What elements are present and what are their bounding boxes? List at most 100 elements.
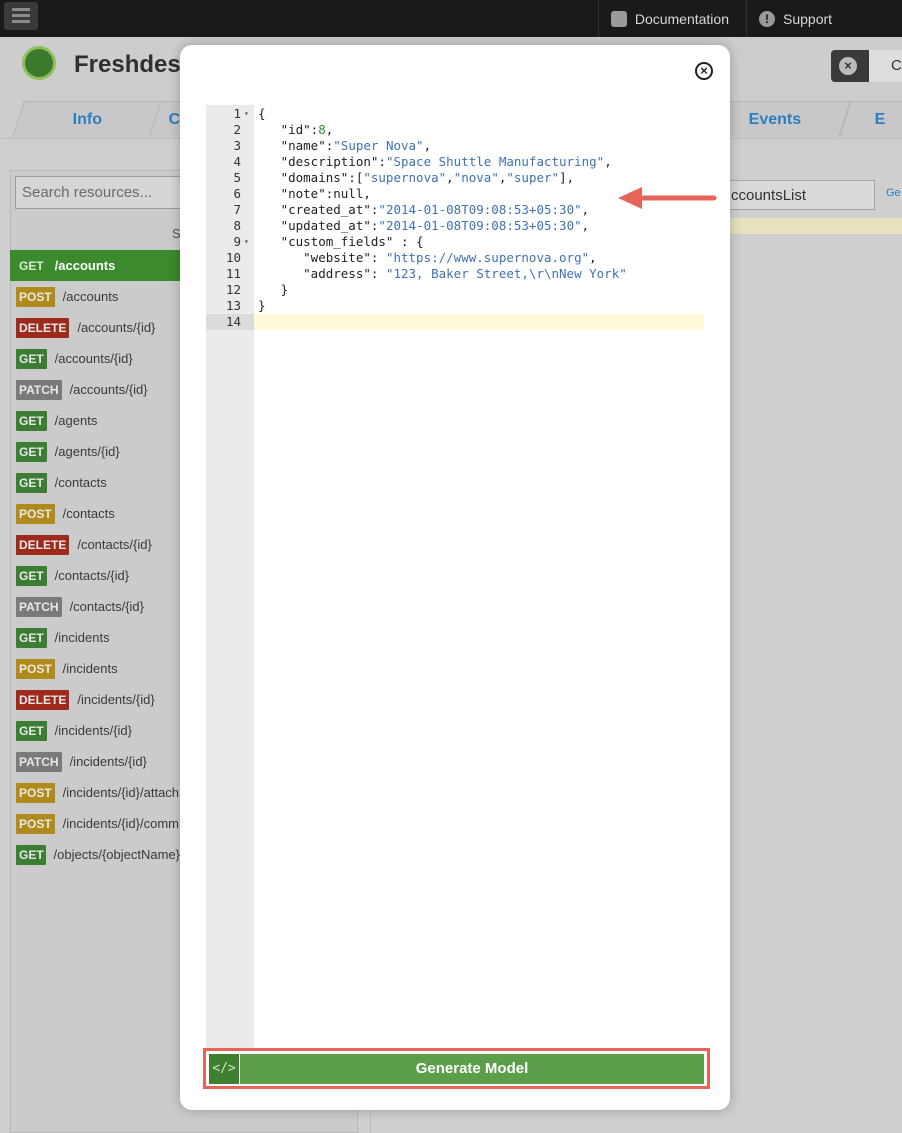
code-token: "id":	[258, 122, 319, 137]
resource-path: /contacts	[54, 475, 107, 490]
top-bar: Documentation ! Support	[0, 0, 902, 37]
code-token: "domains":[	[258, 170, 364, 185]
support-label: Support	[783, 10, 833, 27]
resource-item[interactable]: GET/accounts	[10, 250, 180, 281]
code-token: ,	[604, 154, 612, 169]
code-token: ],	[559, 170, 575, 185]
resource-item[interactable]: DELETE/incidents/{id}	[10, 684, 180, 715]
line-number: 5	[233, 170, 241, 185]
code-icon[interactable]: </>	[209, 1054, 239, 1084]
tab-info[interactable]: Info	[12, 101, 164, 137]
annotation-arrow	[618, 187, 717, 209]
code-text: }	[258, 298, 266, 314]
fold-toggle-icon[interactable]: ▾	[244, 234, 249, 250]
http-verb-badge: GET	[16, 844, 46, 865]
http-verb-badge: DELETE	[16, 534, 70, 555]
support-link[interactable]: ! Support	[746, 0, 848, 37]
resource-item[interactable]: PATCH/accounts/{id}	[10, 374, 180, 405]
resource-list: GET/accounts POST/accounts DELETE/accounts…	[10, 250, 180, 870]
tab-e[interactable]: E	[839, 101, 902, 137]
resource-item[interactable]: GET/objects/{objectName}	[10, 839, 180, 870]
resource-path: /contacts/{id}	[54, 568, 130, 583]
line-number: 13	[225, 298, 241, 313]
code-token: "123, Baker Street,\r\nNew York"	[385, 266, 627, 281]
modal-close-icon[interactable]: ×	[695, 62, 713, 80]
documentation-link[interactable]: Documentation	[598, 0, 741, 37]
code-line: 1 ▾{	[206, 106, 704, 122]
code-line: 8 "updated_at":"2014-01-08T09:08:53+05:3…	[206, 218, 704, 234]
resource-item[interactable]: PATCH/contacts/{id}	[10, 591, 180, 622]
code-line: 11 "address": "123, Baker Street,\r\nNew…	[206, 266, 704, 282]
code-line: 5 "domains":["supernova","nova","super"]…	[206, 170, 704, 186]
code-token: "supernova"	[363, 170, 447, 185]
resource-item[interactable]: DELETE/contacts/{id}	[10, 529, 180, 560]
operation-name-input[interactable]: ccountsList	[720, 180, 875, 210]
http-verb-badge: GET	[16, 720, 47, 741]
line-number: 11	[225, 266, 241, 281]
resource-item[interactable]: DELETE/accounts/{id}	[10, 312, 180, 343]
menu-icon[interactable]	[4, 2, 38, 30]
resource-item[interactable]: POST/contacts	[10, 498, 180, 529]
resource-path: /contacts	[62, 506, 115, 521]
code-text: "note":null,	[258, 186, 371, 202]
code-token: "created_at":	[258, 202, 379, 217]
code-text: "id":8,	[258, 122, 334, 138]
code-token: ,	[581, 218, 590, 233]
code-token: "2014-01-08T09:08:53+05:30"	[378, 202, 582, 217]
resource-item[interactable]: GET/accounts/{id}	[10, 343, 180, 374]
documentation-label: Documentation	[634, 10, 729, 27]
resource-path: /incidents/{id}/attach	[62, 785, 180, 800]
code-text: "created_at":"2014-01-08T09:08:53+05:30"…	[258, 202, 590, 218]
code-token: "note":null,	[258, 186, 371, 201]
resource-item[interactable]: GET/agents	[10, 405, 180, 436]
code-line: 13}	[206, 298, 704, 314]
resource-path: /contacts/{id}	[69, 599, 145, 614]
resource-path: /accounts/{id}	[77, 320, 156, 335]
code-token: "website":	[258, 250, 386, 265]
resource-item[interactable]: POST/incidents	[10, 653, 180, 684]
resource-item[interactable]: GET/incidents	[10, 622, 180, 653]
resource-path: /incidents/{id}	[69, 754, 147, 769]
code-line: 12 }	[206, 282, 704, 298]
line-number: 12	[225, 282, 241, 297]
resource-item[interactable]: POST/incidents/{id}/attach	[10, 777, 180, 808]
code-line: 3 "name":"Super Nova",	[206, 138, 704, 154]
code-token: "nova"	[453, 170, 499, 185]
code-token: "description":	[258, 154, 386, 169]
resource-path: /incidents/{id}	[54, 723, 133, 738]
code-token: }	[258, 282, 289, 297]
code-line: 4 "description":"Space Shuttle Manufactu…	[206, 154, 704, 170]
info-strip	[720, 218, 902, 234]
line-number: 10	[225, 250, 241, 265]
generate-link[interactable]: Ge	[886, 187, 901, 199]
http-verb-badge: GET	[19, 258, 44, 273]
resource-item[interactable]: POST/incidents/{id}/comm	[10, 808, 180, 839]
code-token: "name":	[258, 138, 334, 153]
resource-item[interactable]: GET/incidents/{id}	[10, 715, 180, 746]
code-line: 14	[206, 314, 704, 330]
code-token: "Space Shuttle Manufacturing"	[385, 154, 605, 169]
resource-item[interactable]: GET/agents/{id}	[10, 436, 180, 467]
search-input[interactable]: Search resources...	[15, 176, 185, 209]
http-verb-badge: DELETE	[16, 689, 70, 710]
resource-item[interactable]: PATCH/incidents/{id}	[10, 746, 180, 777]
http-verb-badge: GET	[16, 441, 47, 462]
line-number: 3	[233, 138, 241, 153]
generate-model-button[interactable]: Generate Model	[240, 1054, 704, 1084]
http-verb-badge: PATCH	[16, 596, 62, 617]
http-verb-badge: PATCH	[16, 751, 62, 772]
resource-path: /contacts/{id}	[77, 537, 152, 552]
close-button[interactable]: × C	[831, 50, 902, 82]
resource-item[interactable]: GET/contacts	[10, 467, 180, 498]
fold-toggle-icon[interactable]: ▾	[244, 106, 249, 122]
resource-item[interactable]: POST/accounts	[10, 281, 180, 312]
resource-path: /accounts	[54, 258, 116, 273]
code-text: "name":"Super Nova",	[258, 138, 432, 154]
code-editor[interactable]: 1 ▾{2 "id":8, 3 "name":"Super Nova", 4 "des…	[206, 105, 704, 330]
alert-icon: !	[759, 10, 775, 27]
freshdesk-logo	[22, 46, 56, 80]
resource-item[interactable]: GET/contacts/{id}	[10, 560, 180, 591]
code-token: "https://www.supernova.org"	[385, 250, 590, 265]
line-number: 7	[233, 202, 241, 217]
http-verb-badge: GET	[16, 472, 47, 493]
